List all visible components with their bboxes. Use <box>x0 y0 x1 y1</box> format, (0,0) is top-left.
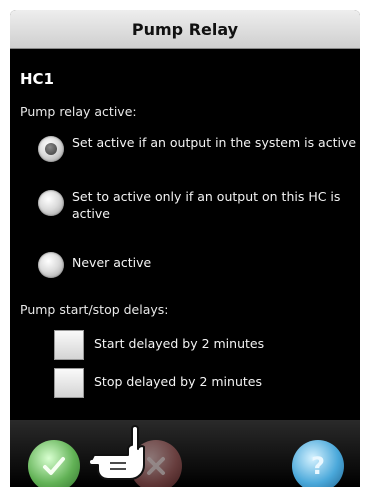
checkbox-label: Start delayed by 2 minutes <box>94 336 265 351</box>
radio-label: Set to active only if an output on this … <box>72 189 341 221</box>
radio-option-hc-active[interactable]: Set to active only if an output on this … <box>38 188 356 228</box>
page-title: Pump Relay <box>131 19 239 39</box>
heating-circuit-label: HC1 <box>20 70 54 88</box>
radio-label: Never active <box>72 255 152 270</box>
radio-button[interactable] <box>38 252 64 278</box>
pointing-hand-icon <box>88 425 145 480</box>
radio-option-system-active[interactable]: Set active if an output in the system is… <box>38 134 356 174</box>
radio-button-selected[interactable] <box>38 136 64 162</box>
pump-delays-label: Pump start/stop delays: <box>20 302 169 317</box>
radio-option-never-active[interactable]: Never active <box>38 250 356 280</box>
checkbox-stop-delayed[interactable]: Stop delayed by 2 minutes <box>54 368 354 398</box>
question-icon: ? <box>311 452 325 480</box>
title-bar: Pump Relay <box>10 10 360 49</box>
checkmark-icon <box>43 457 65 475</box>
help-button[interactable]: ? <box>292 440 344 487</box>
pump-relay-active-label: Pump relay active: <box>20 104 137 119</box>
svg-text:?: ? <box>311 452 325 480</box>
ok-button[interactable] <box>28 440 80 487</box>
checkbox-start-delayed[interactable]: Start delayed by 2 minutes <box>54 330 354 360</box>
device-screen: Pump Relay HC1 Pump relay active: Set ac… <box>10 10 360 487</box>
radio-button[interactable] <box>38 190 64 216</box>
radio-label: Set active if an output in the system is… <box>72 135 357 150</box>
checkbox[interactable] <box>54 330 84 360</box>
checkbox[interactable] <box>54 368 84 398</box>
checkbox-label: Stop delayed by 2 minutes <box>94 374 262 389</box>
